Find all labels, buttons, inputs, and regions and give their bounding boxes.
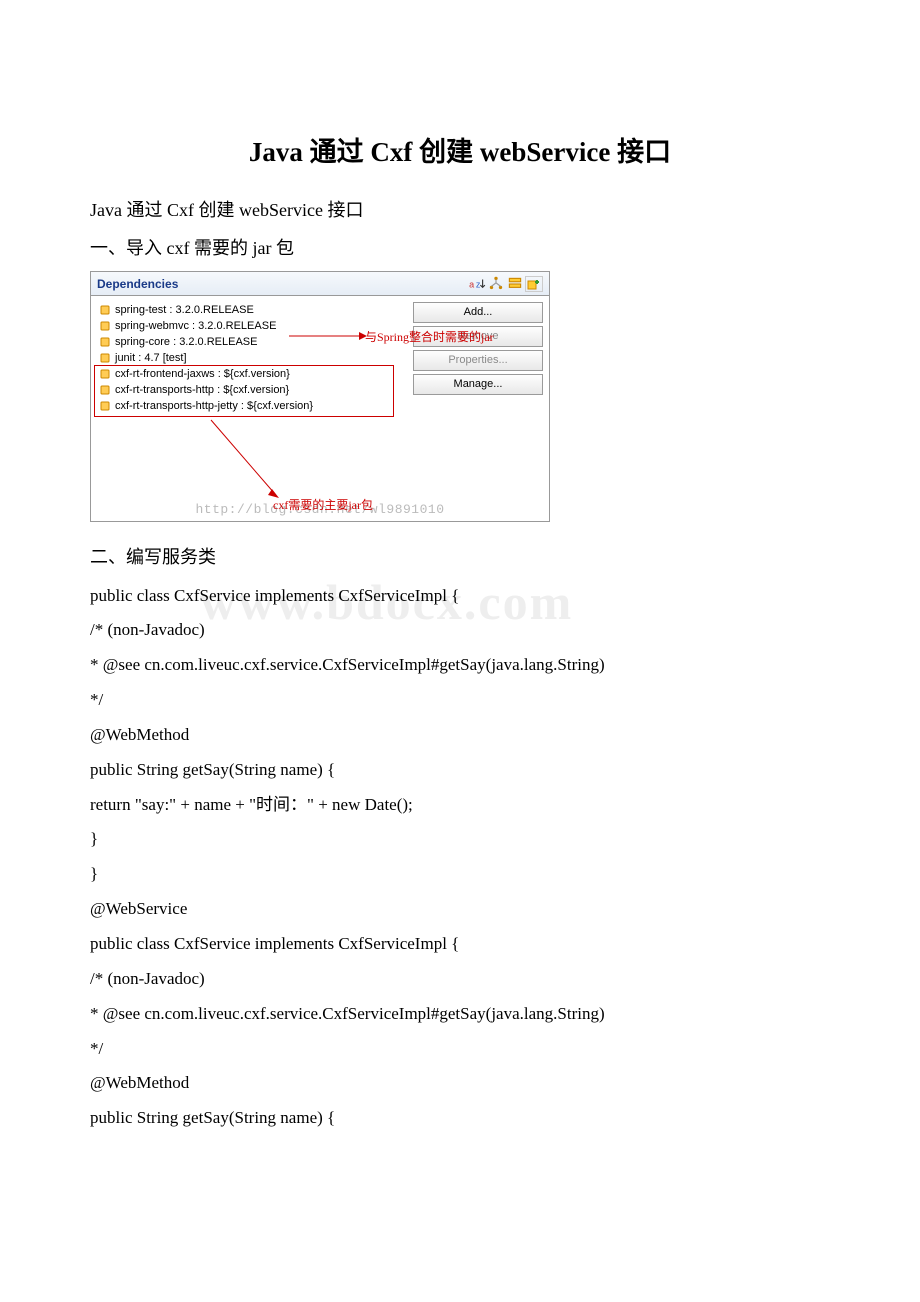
- code-line: }: [90, 822, 830, 857]
- code-line: public class CxfService implements CxfSe…: [90, 927, 830, 962]
- arrow-spring-icon: [289, 331, 367, 341]
- annotation-box-cxf: [94, 365, 394, 417]
- panel-spacer: [91, 420, 549, 502]
- dep-label: spring-test : 3.2.0.RELEASE: [115, 304, 254, 316]
- code-line: /* (non-Javadoc): [90, 613, 830, 648]
- arrow-jar-icon: [205, 418, 285, 500]
- dep-label: junit : 4.7 [test]: [115, 352, 187, 364]
- code-line: @WebService: [90, 892, 830, 927]
- jar-icon: [99, 336, 111, 348]
- jar-icon: [99, 304, 111, 316]
- code-line: public String getSay(String name) {: [90, 753, 830, 788]
- tree-icon[interactable]: [487, 276, 505, 292]
- svg-text:a: a: [469, 279, 474, 289]
- manage-button[interactable]: Manage...: [413, 374, 543, 395]
- svg-text:z: z: [476, 279, 481, 289]
- intro-text: Java 通过 Cxf 创建 webService 接口: [90, 193, 830, 227]
- dependencies-panel: Dependencies az spring-test : 3.2.0.RELE…: [90, 271, 550, 522]
- button-column: Add... Remove Properties... Manage...: [413, 302, 543, 395]
- filter-icon[interactable]: [506, 276, 524, 292]
- code-line: public String getSay(String name) {: [90, 1101, 830, 1136]
- jar-icon: [99, 320, 111, 332]
- code-line: * @see cn.com.liveuc.cxf.service.CxfServ…: [90, 997, 830, 1032]
- code-line: public class CxfService implements CxfSe…: [90, 579, 830, 614]
- code-line: @WebMethod: [90, 1066, 830, 1101]
- section-2-heading: 二、编写服务类: [90, 540, 830, 574]
- annotation-spring-text: 与Spring整合时需要的jar: [365, 328, 494, 345]
- code-line: return "say:" + name + "时间：" + new Date(…: [90, 788, 830, 823]
- dep-label: spring-webmvc : 3.2.0.RELEASE: [115, 320, 276, 332]
- dependencies-list: spring-test : 3.2.0.RELEASE spring-webmv…: [97, 302, 407, 414]
- list-item[interactable]: spring-test : 3.2.0.RELEASE: [97, 302, 407, 318]
- code-line: @WebMethod: [90, 718, 830, 753]
- section-1-heading: 一、导入 cxf 需要的 jar 包: [90, 231, 830, 265]
- properties-button[interactable]: Properties...: [413, 350, 543, 371]
- jar-icon: [99, 352, 111, 364]
- panel-body: spring-test : 3.2.0.RELEASE spring-webmv…: [91, 296, 549, 420]
- annotation-jar-text: cxf需要的主要jar包: [273, 496, 373, 513]
- add-dependency-icon[interactable]: [525, 276, 543, 292]
- dep-label: spring-core : 3.2.0.RELEASE: [115, 336, 257, 348]
- code-line: */: [90, 683, 830, 718]
- code-line: /* (non-Javadoc): [90, 962, 830, 997]
- panel-header: Dependencies az: [91, 272, 549, 296]
- document-title: Java 通过 Cxf 创建 webService 接口: [90, 130, 830, 169]
- sort-az-icon[interactable]: az: [468, 276, 486, 292]
- code-line: }: [90, 857, 830, 892]
- code-line: */: [90, 1032, 830, 1067]
- add-button[interactable]: Add...: [413, 302, 543, 323]
- code-line: * @see cn.com.liveuc.cxf.service.CxfServ…: [90, 648, 830, 683]
- panel-title: Dependencies: [97, 277, 467, 291]
- list-item[interactable]: junit : 4.7 [test]: [97, 350, 407, 366]
